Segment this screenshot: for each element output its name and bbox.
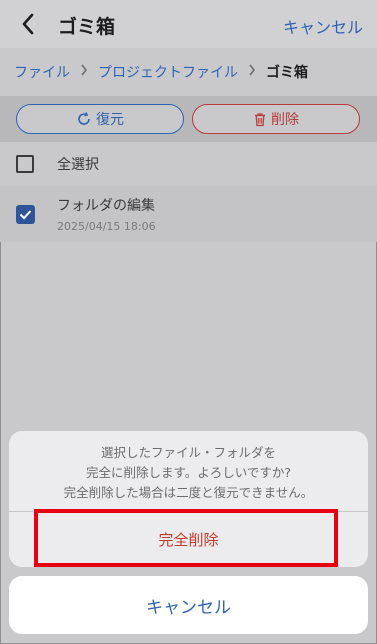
dialog-message-line3: 完全削除した場合は二度と復元できません。 [63, 485, 314, 500]
chevron-right-icon [80, 64, 88, 80]
item-date: 2025/04/15 18:06 [57, 220, 156, 233]
select-all-checkbox[interactable] [16, 155, 34, 173]
highlight-annotation [34, 509, 338, 567]
restore-icon [76, 111, 92, 127]
dialog-message: 選択したファイル・フォルダを 完全に削除します。よろしいですか? 完全削除した場… [9, 443, 368, 503]
restore-label: 復元 [96, 112, 124, 128]
delete-button[interactable]: 削除 [192, 104, 360, 134]
list-item[interactable]: フォルダの編集 2025/04/15 18:06 [0, 186, 377, 242]
breadcrumb-item-files[interactable]: ファイル [14, 62, 70, 82]
action-bar: 復元 削除 [0, 96, 377, 142]
restore-button[interactable]: 復元 [16, 104, 184, 134]
sheet-cancel-button[interactable]: キャンセル [9, 576, 368, 634]
chevron-left-icon [22, 13, 34, 35]
nav-cancel-button[interactable]: キャンセル [283, 14, 363, 38]
item-checkbox-checked[interactable] [16, 205, 35, 224]
trash-icon [253, 112, 267, 127]
select-all-row[interactable]: 全選択 [0, 142, 377, 186]
page-title: ゴミ箱 [58, 16, 116, 38]
dialog-message-line2: 完全に削除します。よろしいですか? [85, 465, 291, 480]
back-button[interactable] [14, 10, 42, 38]
select-all-label: 全選択 [57, 157, 99, 173]
breadcrumb-item-project-files[interactable]: プロジェクトファイル [98, 62, 238, 82]
breadcrumb: ファイル プロジェクトファイル ゴミ箱 [0, 48, 377, 96]
breadcrumb-current: ゴミ箱 [266, 65, 308, 81]
dialog-message-line1: 選択したファイル・フォルダを [100, 445, 276, 460]
item-name: フォルダの編集 [57, 198, 155, 214]
checkmark-icon [19, 210, 32, 220]
chevron-right-icon [248, 64, 256, 80]
nav-bar: ゴミ箱 キャンセル [0, 0, 377, 48]
delete-label: 削除 [271, 112, 299, 128]
